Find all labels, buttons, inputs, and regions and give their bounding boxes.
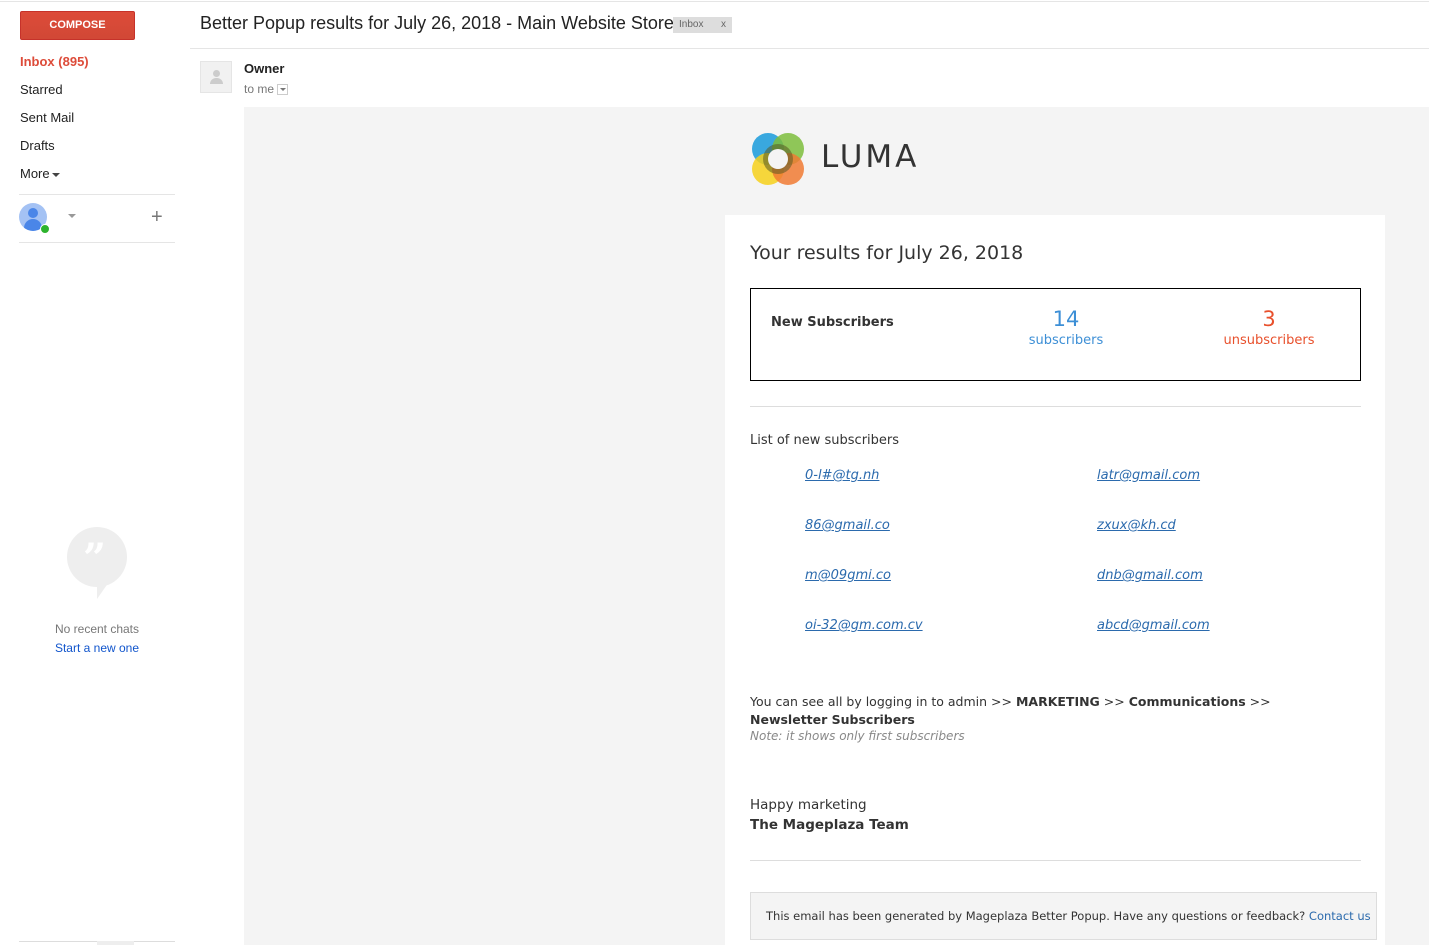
email-subject: Better Popup results for July 26, 2018 -… [200,13,674,33]
recipient-text: to me [244,82,275,96]
mail-nav: Inbox (895) Starred Sent Mail Drafts Mor… [20,52,89,192]
nav-more[interactable]: More [20,164,89,192]
subscribers-count: 14 [1052,307,1080,331]
person-icon [213,70,220,77]
stats-label: New Subscribers [771,315,894,330]
remove-label-icon[interactable]: x [721,17,726,33]
nav-more-label: More [20,166,50,181]
email-card: Your results for July 26, 2018 New Subsc… [725,215,1385,945]
divider [19,242,175,243]
subscriber-email-link[interactable]: dnb@gmail.com [1097,568,1203,583]
divider [750,860,1361,861]
stats-box: New Subscribers 14 subscribers 3 unsubsc… [750,288,1361,381]
unsubscribers-label: unsubscribers [1223,333,1315,348]
subscribers-label: subscribers [1028,333,1104,348]
subscriber-email-link[interactable]: oi-32@gm.com.cv [805,618,923,633]
online-status-icon [40,224,50,234]
new-chat-plus-icon[interactable]: + [151,207,163,227]
info-prefix: You can see all by logging in to admin >… [750,694,1016,709]
quote-glyph: ” [83,535,106,582]
footer-text: This email has been generated by Magepla… [766,909,1371,923]
info-step-marketing: MARKETING [1015,694,1100,709]
subscriber-email-link[interactable]: zxux@kh.cd [1097,518,1176,533]
caret-down-icon [51,172,60,177]
footer-message: This email has been generated by Magepla… [766,909,1309,923]
label-chip-text: Inbox [679,19,704,30]
chat-tab[interactable] [97,941,134,945]
no-recent-chats-text: No recent chats [54,622,140,636]
subscriber-list-title: List of new subscribers [750,433,900,448]
results-title: Your results for July 26, 2018 [750,242,1024,264]
nav-inbox[interactable]: Inbox (895) [20,52,89,80]
subscriber-email-link[interactable]: m@09gmi.co [805,568,891,583]
info-step-communications: Communications [1128,694,1246,709]
unsubscribers-count: 3 [1262,307,1276,331]
info-sep: >> [1099,694,1129,709]
divider [750,406,1361,407]
luma-brand-text: LUMA [821,139,920,175]
account-dropdown-icon[interactable] [68,214,76,218]
top-border [0,1,1429,2]
recipient-line: to me [244,82,289,96]
admin-path-info: You can see all by logging in to admin >… [750,693,1330,729]
signoff-text: Happy marketing [750,797,867,813]
nav-drafts[interactable]: Drafts [20,136,89,164]
nav-sent-mail[interactable]: Sent Mail [20,108,89,136]
sidebar: COMPOSE Inbox (895) Starred Sent Mail Dr… [0,0,190,945]
subscribers-stat: 14 subscribers [1006,306,1126,350]
luma-logo-icon [752,133,804,185]
divider [190,48,1429,49]
info-step-newsletter: Newsletter Subscribers [750,712,915,727]
inbox-label-chip[interactable]: Inbox x [673,17,732,33]
chat-empty-state: ” No recent chats Start a new one [0,527,194,655]
team-signature: The Mageplaza Team [750,817,909,833]
compose-button[interactable]: COMPOSE [20,11,135,40]
show-details-dropdown-icon[interactable] [277,84,289,96]
unsubscribers-stat: 3 unsubscribers [1209,306,1329,350]
sender-avatar [200,61,232,93]
subscriber-email-link[interactable]: latr@gmail.com [1097,468,1200,483]
person-icon [28,208,38,218]
subscriber-email-link[interactable]: abcd@gmail.com [1097,618,1210,633]
person-icon-body [210,78,223,84]
hangouts-bubble-icon: ” [67,527,127,599]
subscriber-email-link[interactable]: 0-l#@tg.nh [805,468,879,483]
info-sep: >> [1245,694,1271,709]
sender-name[interactable]: Owner [244,61,284,76]
contact-us-link[interactable]: Contact us [1309,909,1371,923]
email-footer: This email has been generated by Magepla… [750,892,1377,940]
note-text: Note: it shows only first subscribers [750,729,965,743]
bubble-tail [97,579,111,599]
divider [19,194,175,195]
start-new-chat-link[interactable]: Start a new one [0,641,194,655]
nav-starred[interactable]: Starred [20,80,89,108]
subscriber-email-link[interactable]: 86@gmail.co [805,518,890,533]
